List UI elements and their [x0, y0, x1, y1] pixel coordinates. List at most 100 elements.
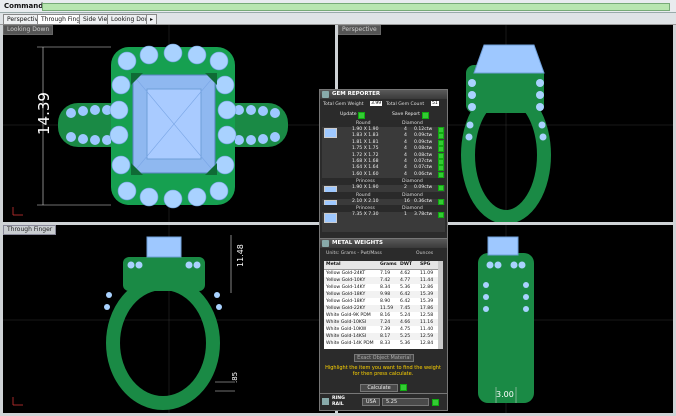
- metal-dwt: 4.62: [400, 271, 411, 276]
- metal-row[interactable]: Yellow Gold-10KY 7.42 4.77 11.44: [324, 277, 438, 284]
- metal-spg: 11.44: [420, 278, 434, 283]
- metal-grams: 7.24: [380, 320, 391, 325]
- metal-row[interactable]: Yellow Gold-22KY 11.59 7.45 17.86: [324, 305, 438, 312]
- gem-shape: Round: [356, 192, 371, 198]
- tab-more[interactable]: ▸: [146, 14, 158, 25]
- metal-weights-header[interactable]: METAL WEIGHTS: [320, 239, 447, 248]
- save-go-icon[interactable]: [422, 112, 429, 119]
- metal-dwt: 5.36: [400, 341, 411, 346]
- metal-grams: 7.42: [380, 278, 391, 283]
- gem-count: 4: [404, 159, 407, 164]
- metal-name: Yellow Gold-18KY: [326, 299, 366, 304]
- size-system-select[interactable]: USA: [362, 398, 380, 406]
- metal-grams: 8.33: [380, 341, 391, 346]
- gem-type: Diamond: [402, 121, 423, 126]
- total-gem-count-label: Total Gem Count: [386, 102, 425, 107]
- command-input[interactable]: [42, 3, 670, 11]
- metal-name: Yellow Gold-22KY: [326, 306, 366, 311]
- viewport-through-finger[interactable]: 11.48 .85 Through Finger: [3, 225, 335, 413]
- ounces-tab[interactable]: Ounces: [416, 251, 433, 256]
- gem-list: Round Diamond 1.90 X 1.90 4 0.12ctw 1.83 X 1.…: [322, 120, 445, 232]
- gem-count: 4: [404, 139, 407, 145]
- metal-grams: 9.98: [380, 292, 391, 297]
- gem-select-icon[interactable]: [438, 139, 444, 146]
- gem-shape: Princess: [356, 179, 375, 185]
- metal-row[interactable]: Yellow Gold-24KT 7.19 4.62 11.09: [324, 270, 438, 277]
- gem-select-icon[interactable]: [438, 159, 444, 165]
- metal-name: White Gold-10KW: [326, 327, 367, 332]
- metal-col-header[interactable]: SPG: [420, 262, 430, 267]
- gem-select-icon[interactable]: [438, 152, 444, 159]
- dim-width-bottom: 3.00: [496, 390, 514, 399]
- ring-size-go-icon[interactable]: [432, 399, 439, 406]
- looking-down-render: 14.39: [3, 25, 335, 222]
- units-label[interactable]: Units: Grams - Pwt/Mass: [326, 251, 382, 256]
- gem-count: 4: [404, 146, 407, 152]
- ring-rail-label: RING RAIL: [332, 396, 345, 407]
- calculate-button[interactable]: Calculate: [360, 384, 398, 392]
- metal-row[interactable]: Yellow Gold-14KY 8.34 5.36 12.86: [324, 284, 438, 291]
- metal-row[interactable]: White Gold-14KSI 8.17 5.25 12.59: [324, 333, 438, 340]
- metal-row[interactable]: White Gold-10KW 7.39 4.75 11.40: [324, 326, 438, 333]
- gem-row[interactable]: 7.35 X 7.30 1 3.78ctw: [322, 212, 445, 218]
- gem-size: 1.64 X 1.64: [352, 165, 379, 171]
- metal-spg: 12.58: [420, 313, 434, 318]
- gem-count: 4: [404, 171, 407, 177]
- gem-shape: Princess: [356, 206, 375, 211]
- material-select[interactable]: Exact Object Material: [354, 354, 414, 362]
- metal-row[interactable]: Yellow Gold-18KY 9.98 6.42 15.39: [324, 291, 438, 298]
- ring-size-select[interactable]: 5.25: [382, 398, 429, 406]
- metal-dwt: 4.66: [400, 320, 411, 325]
- gem-select-icon[interactable]: [438, 212, 444, 218]
- metal-dwt: 7.45: [400, 306, 411, 311]
- gem-select-icon[interactable]: [438, 127, 444, 133]
- gem-reporter-header[interactable]: GEM REPORTER: [320, 90, 447, 99]
- metal-row[interactable]: White Gold-14K PDM 8.33 5.36 12.84: [324, 340, 438, 347]
- metal-name: Yellow Gold-10KY: [326, 278, 366, 283]
- gem-size: 2.10 X 2.10: [352, 198, 379, 204]
- metal-col-header[interactable]: DWT: [400, 262, 412, 267]
- viewport-label-perspective[interactable]: Perspective: [338, 25, 381, 35]
- metal-dwt: 6.42: [400, 299, 411, 304]
- metal-col-header[interactable]: Metal: [326, 262, 341, 267]
- gem-count: 4: [404, 165, 407, 171]
- gem-count: 4: [404, 152, 407, 158]
- gem-ctw: 0.09ctw: [414, 139, 433, 145]
- gem-select-icon[interactable]: [438, 198, 444, 205]
- metal-dwt: 5.36: [400, 285, 411, 290]
- gem-size: 1.81 X 1.81: [352, 139, 379, 145]
- gem-count: 2: [404, 185, 407, 191]
- total-gem-weight-value: 3.99: [370, 101, 383, 106]
- metal-grams: 8.90: [380, 299, 391, 304]
- gem-ctw: 0.08ctw: [414, 152, 433, 158]
- metal-name: Yellow Gold-18KY: [326, 292, 366, 297]
- calculate-go-icon[interactable]: [400, 384, 407, 391]
- gem-group-header: Round Diamond: [322, 120, 445, 127]
- gem-select-icon[interactable]: [438, 171, 444, 178]
- metal-grams: 7.19: [380, 271, 391, 276]
- metal-grams: 8.17: [380, 334, 391, 339]
- metal-col-header[interactable]: Grams: [380, 262, 397, 267]
- gem-shape: Round: [356, 121, 371, 126]
- gem-ctw: 0.07ctw: [414, 159, 433, 164]
- update-go-icon[interactable]: [358, 112, 365, 119]
- gem-select-icon[interactable]: [438, 185, 444, 192]
- save-report-button[interactable]: Save Report: [392, 112, 420, 117]
- metal-dwt: 6.42: [400, 292, 411, 297]
- gem-select-icon[interactable]: [438, 165, 444, 172]
- gem-select-icon[interactable]: [438, 133, 444, 140]
- gem-ctw: 0.09ctw: [414, 185, 433, 191]
- gem-ctw: 0.06ctw: [414, 171, 433, 177]
- metal-row[interactable]: Yellow Gold-18KY 8.90 6.42 15.39: [324, 298, 438, 305]
- viewport-label-through-finger[interactable]: Through Finger: [3, 225, 57, 235]
- gem-select-icon[interactable]: [438, 146, 444, 153]
- gem-count: 4: [404, 133, 407, 139]
- metal-name: Yellow Gold-14KY: [326, 285, 366, 290]
- viewport-label-looking-down[interactable]: Looking Down: [3, 25, 54, 35]
- metal-row[interactable]: White Gold-9K PDM 8.16 5.24 12.58: [324, 312, 438, 319]
- metal-row[interactable]: White Gold-10KSI 7.24 4.66 11.16: [324, 319, 438, 326]
- gem-ctw: 0.36ctw: [414, 198, 433, 204]
- metal-table-scrollbar[interactable]: [438, 261, 443, 349]
- viewport-looking-down[interactable]: 14.39 Looking Down: [3, 25, 335, 222]
- update-button[interactable]: Update: [340, 112, 357, 117]
